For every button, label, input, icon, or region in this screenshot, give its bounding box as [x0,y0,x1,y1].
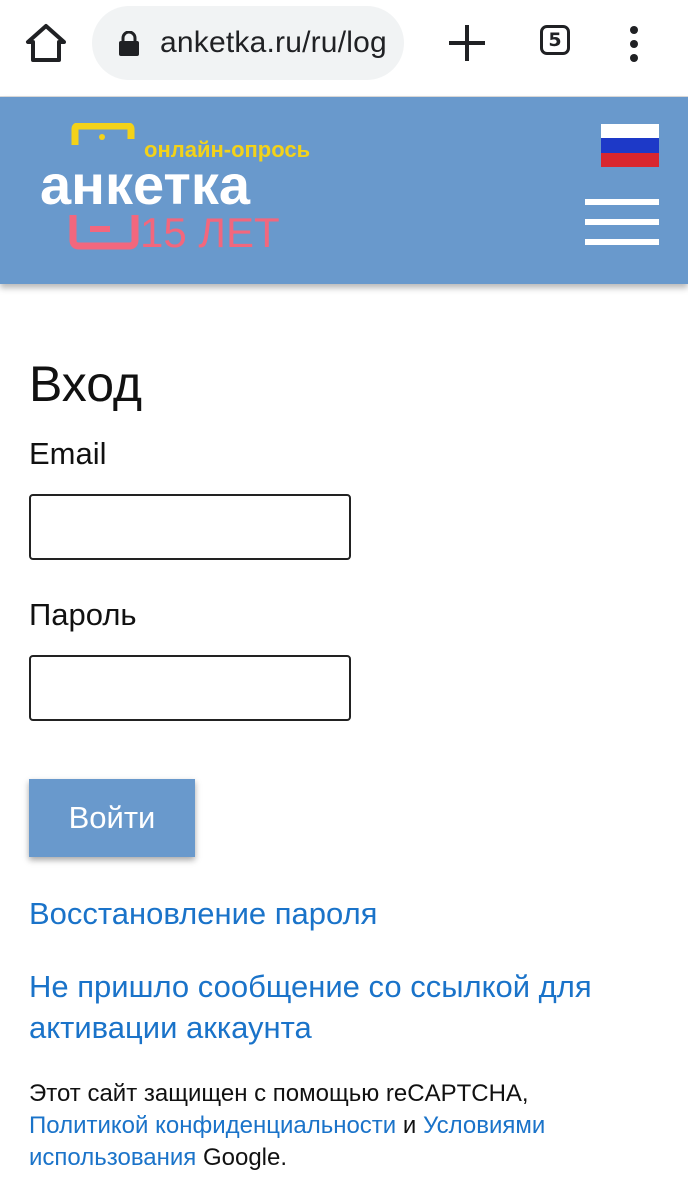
address-bar[interactable]: anketka.ru/ru/log [92,6,404,80]
page-title: Вход [29,356,143,412]
browser-toolbar: anketka.ru/ru/log 5 [0,0,688,97]
lock-icon [119,31,139,56]
more-vert-icon[interactable] [620,22,648,66]
password-label: Пароль [29,597,137,632]
home-icon[interactable] [22,20,70,68]
russian-flag-icon[interactable] [601,124,659,167]
recaptcha-notice: Этот сайт защищен с помощью reCAPTCHA, П… [29,1078,649,1174]
new-tab-icon[interactable] [444,20,490,66]
site-logo[interactable]: онлайн-опросы анкетка 15 ЛЕТ [40,123,310,253]
login-button[interactable]: Войти [29,779,195,857]
url-text: anketka.ru/ru/log [160,26,387,59]
resend-activation-link[interactable]: Не пришло сообщение со ссылкой для актив… [29,966,649,1048]
site-header: онлайн-опросы анкетка 15 ЛЕТ [0,97,688,284]
svg-text:15 ЛЕТ: 15 ЛЕТ [140,209,280,253]
email-field[interactable] [29,494,351,560]
recaptcha-conjunction: и [402,1112,417,1139]
tab-switcher-button[interactable]: 5 [540,25,570,55]
hamburger-menu-icon[interactable] [585,199,659,245]
recaptcha-text-end: Google. [202,1144,288,1171]
privacy-policy-link[interactable]: Политикой конфиденциальности [29,1112,396,1139]
recaptcha-text-start: Этот сайт защищен с помощью reCAPTCHA, [29,1080,529,1107]
email-label: Email [29,436,107,471]
password-field[interactable] [29,655,351,721]
svg-text:анкетка: анкетка [40,153,251,216]
restore-password-link[interactable]: Восстановление пароля [29,893,377,934]
